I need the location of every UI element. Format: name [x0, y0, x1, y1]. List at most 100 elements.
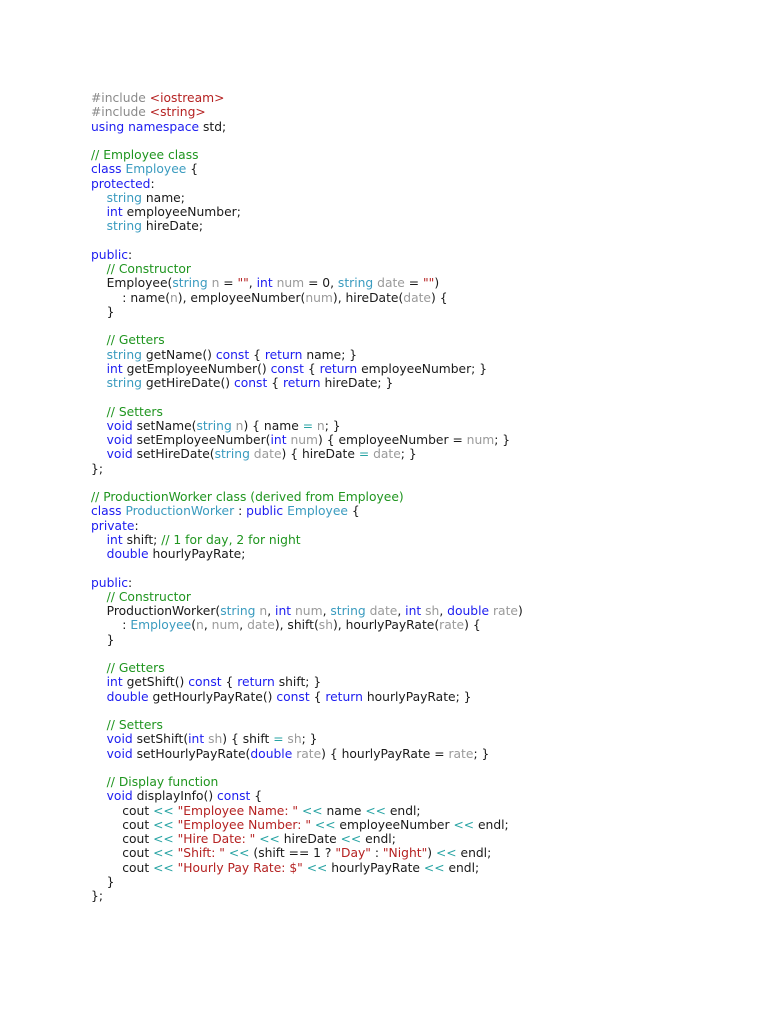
string-literal-token: "Employee Number: " [177, 817, 311, 832]
code-text-token: ) { [431, 290, 448, 305]
code-text-token: ) { [464, 618, 481, 633]
code-text-token: : [150, 176, 155, 191]
keyword-token: class [91, 162, 126, 177]
parameter-token: num [291, 604, 323, 618]
keyword-token: double [106, 547, 149, 561]
code-text-token: (shift == 1 ? [249, 846, 336, 861]
type-name-token: string [106, 376, 142, 390]
code-line: } [91, 305, 523, 319]
parameter-token: date [247, 618, 275, 633]
parameter-token: sh [204, 732, 223, 747]
code-text-token: { [249, 347, 265, 362]
operator-token: = [358, 447, 370, 462]
comment-token: // Getters [106, 333, 165, 348]
code-line: // Constructor [91, 590, 523, 604]
keyword-token: const [215, 347, 250, 362]
operator-token: << [153, 860, 174, 875]
keyword-token: return [237, 675, 275, 690]
code-line: public: [91, 576, 523, 590]
string-literal-token: "" [423, 276, 435, 291]
keyword-token: double [106, 689, 149, 704]
keyword-token: return [319, 361, 358, 376]
operator-token: << [228, 846, 250, 861]
comment-token: // Constructor [106, 262, 191, 276]
parameter-token: date [373, 276, 405, 291]
comment-token: // Employee class [91, 148, 199, 162]
code-text-token: = [219, 276, 238, 291]
type-name-token: string [196, 418, 232, 433]
code-text-token: ) [517, 604, 523, 618]
type-name-token: string [330, 604, 366, 618]
code-text-token: , [239, 618, 248, 633]
code-text-token: setHireDate( [132, 447, 215, 462]
keyword-token: public [246, 504, 284, 519]
parameter-token: num [286, 433, 319, 447]
code-line: void setHireDate(string date) { hireDate… [91, 447, 523, 461]
code-text-token: ), hireDate( [332, 290, 404, 305]
code-text-token: ; } [400, 447, 417, 462]
code-text-token: hourlyPayRate; [148, 547, 246, 561]
code-line: protected: [91, 177, 523, 191]
code-line: int shift; // 1 for day, 2 for night [91, 533, 523, 547]
code-line: double getHourlyPayRate() const { return… [91, 690, 523, 704]
code-line: #include <string> [91, 105, 523, 119]
code-text-token: { [186, 162, 199, 177]
code-text-token: hireDate; [141, 219, 203, 234]
code-line: : Employee(n, num, date), shift(sh), hou… [91, 618, 523, 632]
string-literal-token: "Hire Date: " [177, 832, 256, 846]
type-name-token: Employee [130, 618, 192, 633]
code-line: string getHireDate() const { return hire… [91, 376, 523, 390]
string-literal-token: "Employee Name: " [177, 803, 299, 818]
code-text-token: } [91, 304, 115, 319]
parameter-token: num [466, 433, 495, 447]
code-text-token: } [91, 632, 115, 647]
code-text-token: ) { name [243, 418, 303, 433]
code-text-token: getHireDate() [141, 376, 234, 390]
keyword-token: int [188, 732, 205, 747]
code-text-token: endl; [444, 860, 480, 875]
operator-token: << [153, 817, 174, 832]
code-line: void setHourlyPayRate(double rate) { hou… [91, 747, 523, 761]
parameter-token: sh [318, 618, 333, 633]
code-line: using namespace std; [91, 120, 523, 134]
keyword-token: const [276, 689, 310, 704]
code-text-token: endl; [456, 846, 492, 861]
operator-token: << [153, 846, 174, 861]
preprocessor-token: #include [91, 105, 150, 120]
code-text-token: ) { hourlyPayRate = [321, 746, 449, 761]
keyword-token: void [106, 433, 133, 447]
comment-token: // Setters [106, 718, 163, 732]
code-line: #include <iostream> [91, 91, 523, 105]
code-line: void displayInfo() const { [91, 789, 523, 803]
code-text-token: ) { employeeNumber = [318, 433, 467, 447]
code-text-token: name [322, 803, 366, 818]
operator-token: << [365, 803, 386, 818]
operator-token: = [273, 732, 284, 747]
code-text-token: cout [91, 817, 154, 832]
code-text-token: ProductionWorker( [91, 604, 221, 618]
code-line: int getEmployeeNumber() const { return e… [91, 362, 523, 376]
code-text-token: ; } [473, 746, 490, 761]
code-text-token: = 0, [304, 276, 338, 291]
keyword-token: const [270, 361, 304, 376]
operator-token: << [435, 846, 457, 861]
code-text-token: getEmployeeNumber() [122, 361, 271, 376]
code-text-token: }; [91, 889, 103, 903]
code-line: cout << "Shift: " << (shift == 1 ? "Day"… [91, 846, 523, 860]
parameter-token: n [170, 290, 178, 305]
code-line: void setEmployeeNumber(int num) { employ… [91, 433, 523, 447]
parameter-token: rate [489, 604, 518, 618]
keyword-token: double [250, 746, 293, 761]
keyword-token: return [325, 689, 363, 704]
code-line: // Display function [91, 775, 523, 789]
keyword-token: int [256, 276, 273, 291]
